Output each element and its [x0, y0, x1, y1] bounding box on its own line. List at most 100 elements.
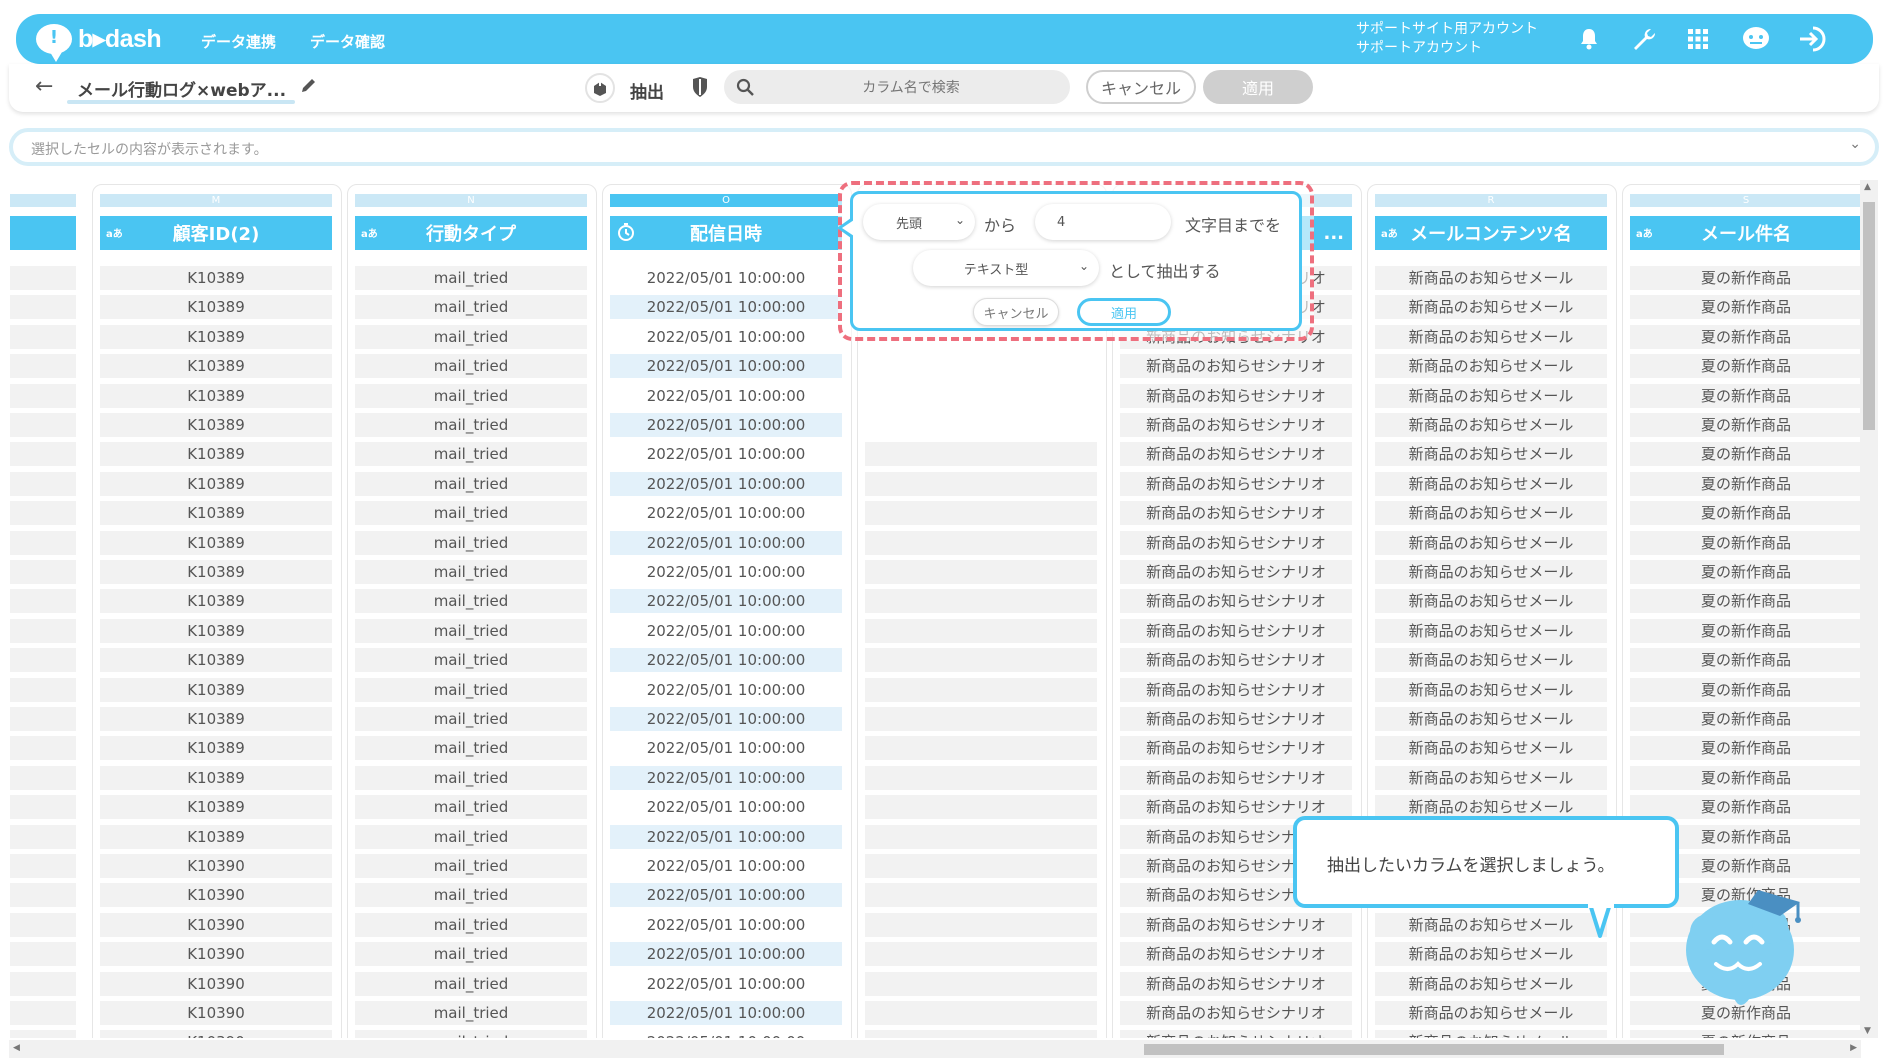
extract-result-cell[interactable]	[865, 883, 1097, 908]
customer-id-cell[interactable]: K10389	[100, 471, 332, 496]
scenario-cell[interactable]: 新商品のお知らせシナリオ	[1120, 736, 1352, 761]
customer-id-cell[interactable]: K10389	[100, 824, 332, 849]
table-cell[interactable]	[10, 295, 76, 320]
extract-result-cell[interactable]	[865, 736, 1097, 761]
table-cell[interactable]	[10, 1030, 76, 1038]
subject-cell[interactable]: 夏の新作商品	[1630, 471, 1860, 496]
apply-button[interactable]: 適用	[1203, 70, 1313, 104]
delivery-datetime-cell[interactable]: 2022/05/01 10:00:00	[610, 795, 842, 819]
content-name-cell[interactable]: 新商品のお知らせメール	[1375, 383, 1607, 408]
action-type-cell[interactable]: mail_tried	[355, 471, 587, 496]
content-name-cell[interactable]: 新商品のお知らせメール	[1375, 266, 1607, 290]
scenario-cell[interactable]: 新商品のお知らせシナリオ	[1120, 618, 1352, 643]
subject-cell[interactable]: 夏の新作商品	[1630, 1030, 1860, 1038]
customer-id-cell[interactable]: K10389	[100, 795, 332, 820]
data-type-select[interactable]: テキスト型 ⌄	[913, 250, 1099, 286]
scenario-cell[interactable]: 新商品のお知らせシナリオ	[1120, 589, 1352, 614]
content-name-cell[interactable]: 新商品のお知らせメール	[1375, 648, 1607, 673]
scenario-cell[interactable]: 新商品のお知らせシナリオ	[1120, 648, 1352, 673]
content-name-cell[interactable]: 新商品のお知らせメール	[1375, 1001, 1607, 1025]
subject-cell[interactable]: 夏の新作商品	[1630, 413, 1860, 437]
action-type-cell[interactable]: mail_tried	[355, 618, 587, 643]
table-cell[interactable]	[10, 560, 76, 584]
mascot-help-icon[interactable]	[1740, 23, 1772, 55]
table-cell[interactable]	[10, 501, 76, 526]
delivery-datetime-cell[interactable]: 2022/05/01 10:00:00	[610, 736, 842, 760]
extract-result-cell[interactable]	[865, 1030, 1097, 1038]
extract-result-cell[interactable]	[865, 471, 1097, 496]
customer-id-cell[interactable]: K10389	[100, 324, 332, 349]
table-cell[interactable]	[10, 618, 76, 643]
cancel-button[interactable]: キャンセル	[1086, 70, 1196, 104]
scenario-cell[interactable]: 新商品のお知らせシナリオ	[1120, 765, 1352, 790]
char-count-input[interactable]: 4	[1035, 204, 1171, 240]
vertical-scroll-thumb[interactable]	[1863, 202, 1875, 430]
table-cell[interactable]	[10, 1001, 76, 1025]
delivery-datetime-cell[interactable]: 2022/05/01 10:00:00	[610, 384, 842, 408]
subject-cell[interactable]: 夏の新作商品	[1630, 354, 1860, 379]
action-type-cell[interactable]: mail_tried	[355, 324, 587, 349]
delivery-datetime-cell[interactable]: 2022/05/01 10:00:00	[610, 530, 842, 555]
bdash-logo[interactable]: ! b▸dash	[36, 24, 162, 62]
extract-result-cell[interactable]	[865, 589, 1097, 614]
subject-cell[interactable]: 夏の新作商品	[1630, 707, 1860, 731]
table-cell[interactable]	[10, 413, 76, 437]
subject-cell[interactable]: 夏の新作商品	[1630, 589, 1860, 614]
delivery-datetime-cell[interactable]: 2022/05/01 10:00:00	[610, 471, 842, 496]
customer-id-cell[interactable]: K10389	[100, 765, 332, 790]
search-input[interactable]	[764, 75, 1058, 101]
subject-cell[interactable]: 夏の新作商品	[1630, 501, 1860, 526]
extract-result-cell[interactable]	[865, 677, 1097, 702]
table-cell[interactable]	[10, 442, 76, 467]
customer-id-cell[interactable]: K10389	[100, 530, 332, 555]
action-type-cell[interactable]: mail_tried	[355, 854, 587, 878]
column-header-customer-id[interactable]: aあ 顧客ID(2)	[100, 216, 332, 250]
popup-apply-button[interactable]: 適用	[1077, 298, 1171, 326]
column-header-content-name[interactable]: aあ メールコンテンツ名	[1375, 216, 1607, 250]
action-type-cell[interactable]: mail_tried	[355, 942, 587, 967]
delivery-datetime-cell[interactable]: 2022/05/01 10:00:00	[610, 1001, 842, 1025]
table-cell[interactable]	[10, 824, 76, 849]
extract-result-cell[interactable]	[865, 442, 1097, 467]
customer-id-cell[interactable]: K10389	[100, 266, 332, 290]
action-type-cell[interactable]: mail_tried	[355, 295, 587, 320]
customer-id-cell[interactable]: K10389	[100, 413, 332, 437]
extract-result-cell[interactable]	[865, 1001, 1097, 1025]
content-name-cell[interactable]: 新商品のお知らせメール	[1375, 354, 1607, 379]
action-type-cell[interactable]: mail_tried	[355, 707, 587, 731]
column-header-partial[interactable]	[10, 216, 76, 250]
action-type-cell[interactable]: mail_tried	[355, 912, 587, 937]
table-cell[interactable]	[10, 589, 76, 614]
scenario-cell[interactable]: 新商品のお知らせシナリオ	[1120, 501, 1352, 526]
cell-content-bar[interactable]: 選択したセルの内容が表示されます。 ⌄	[9, 128, 1879, 166]
extract-result-cell[interactable]	[865, 560, 1097, 584]
extract-result-cell[interactable]	[865, 501, 1097, 526]
scenario-cell[interactable]: 新商品のお知らせシナリオ	[1120, 677, 1352, 702]
scenario-cell[interactable]: 新商品のお知らせシナリオ	[1120, 707, 1352, 731]
subject-cell[interactable]: 夏の新作商品	[1630, 530, 1860, 555]
scenario-cell[interactable]: 新商品のお知らせシナリオ	[1120, 1030, 1352, 1038]
content-name-cell[interactable]: 新商品のお知らせメール	[1375, 618, 1607, 643]
delivery-datetime-cell[interactable]: 2022/05/01 10:00:00	[610, 501, 842, 525]
vertical-scrollbar[interactable]: ▲ ▼	[1860, 180, 1878, 1038]
column-header-delivery-datetime[interactable]: 配信日時	[610, 216, 842, 250]
scenario-cell[interactable]: 新商品のお知らせシナリオ	[1120, 413, 1352, 437]
chevron-down-icon[interactable]: ⌄	[1849, 136, 1861, 152]
delivery-datetime-cell[interactable]: 2022/05/01 10:00:00	[610, 325, 842, 349]
delivery-datetime-cell[interactable]: 2022/05/01 10:00:00	[610, 619, 842, 643]
delivery-datetime-cell[interactable]: 2022/05/01 10:00:00	[610, 648, 842, 673]
scroll-up-arrow-icon[interactable]: ▲	[1864, 182, 1871, 192]
table-cell[interactable]	[10, 912, 76, 937]
table-cell[interactable]	[10, 354, 76, 379]
action-type-cell[interactable]: mail_tried	[355, 795, 587, 820]
scenario-cell[interactable]: 新商品のお知らせシナリオ	[1120, 383, 1352, 408]
content-name-cell[interactable]: 新商品のお知らせメール	[1375, 707, 1607, 731]
content-name-cell[interactable]: 新商品のお知らせメール	[1375, 942, 1607, 967]
table-cell[interactable]	[10, 648, 76, 673]
table-cell[interactable]	[10, 471, 76, 496]
delivery-datetime-cell[interactable]: 2022/05/01 10:00:00	[610, 295, 842, 320]
delivery-datetime-cell[interactable]: 2022/05/01 10:00:00	[610, 765, 842, 790]
delivery-datetime-cell[interactable]: 2022/05/01 10:00:00	[610, 560, 842, 584]
scroll-right-arrow-icon[interactable]: ▶	[1850, 1043, 1857, 1053]
customer-id-cell[interactable]: K10389	[100, 442, 332, 467]
